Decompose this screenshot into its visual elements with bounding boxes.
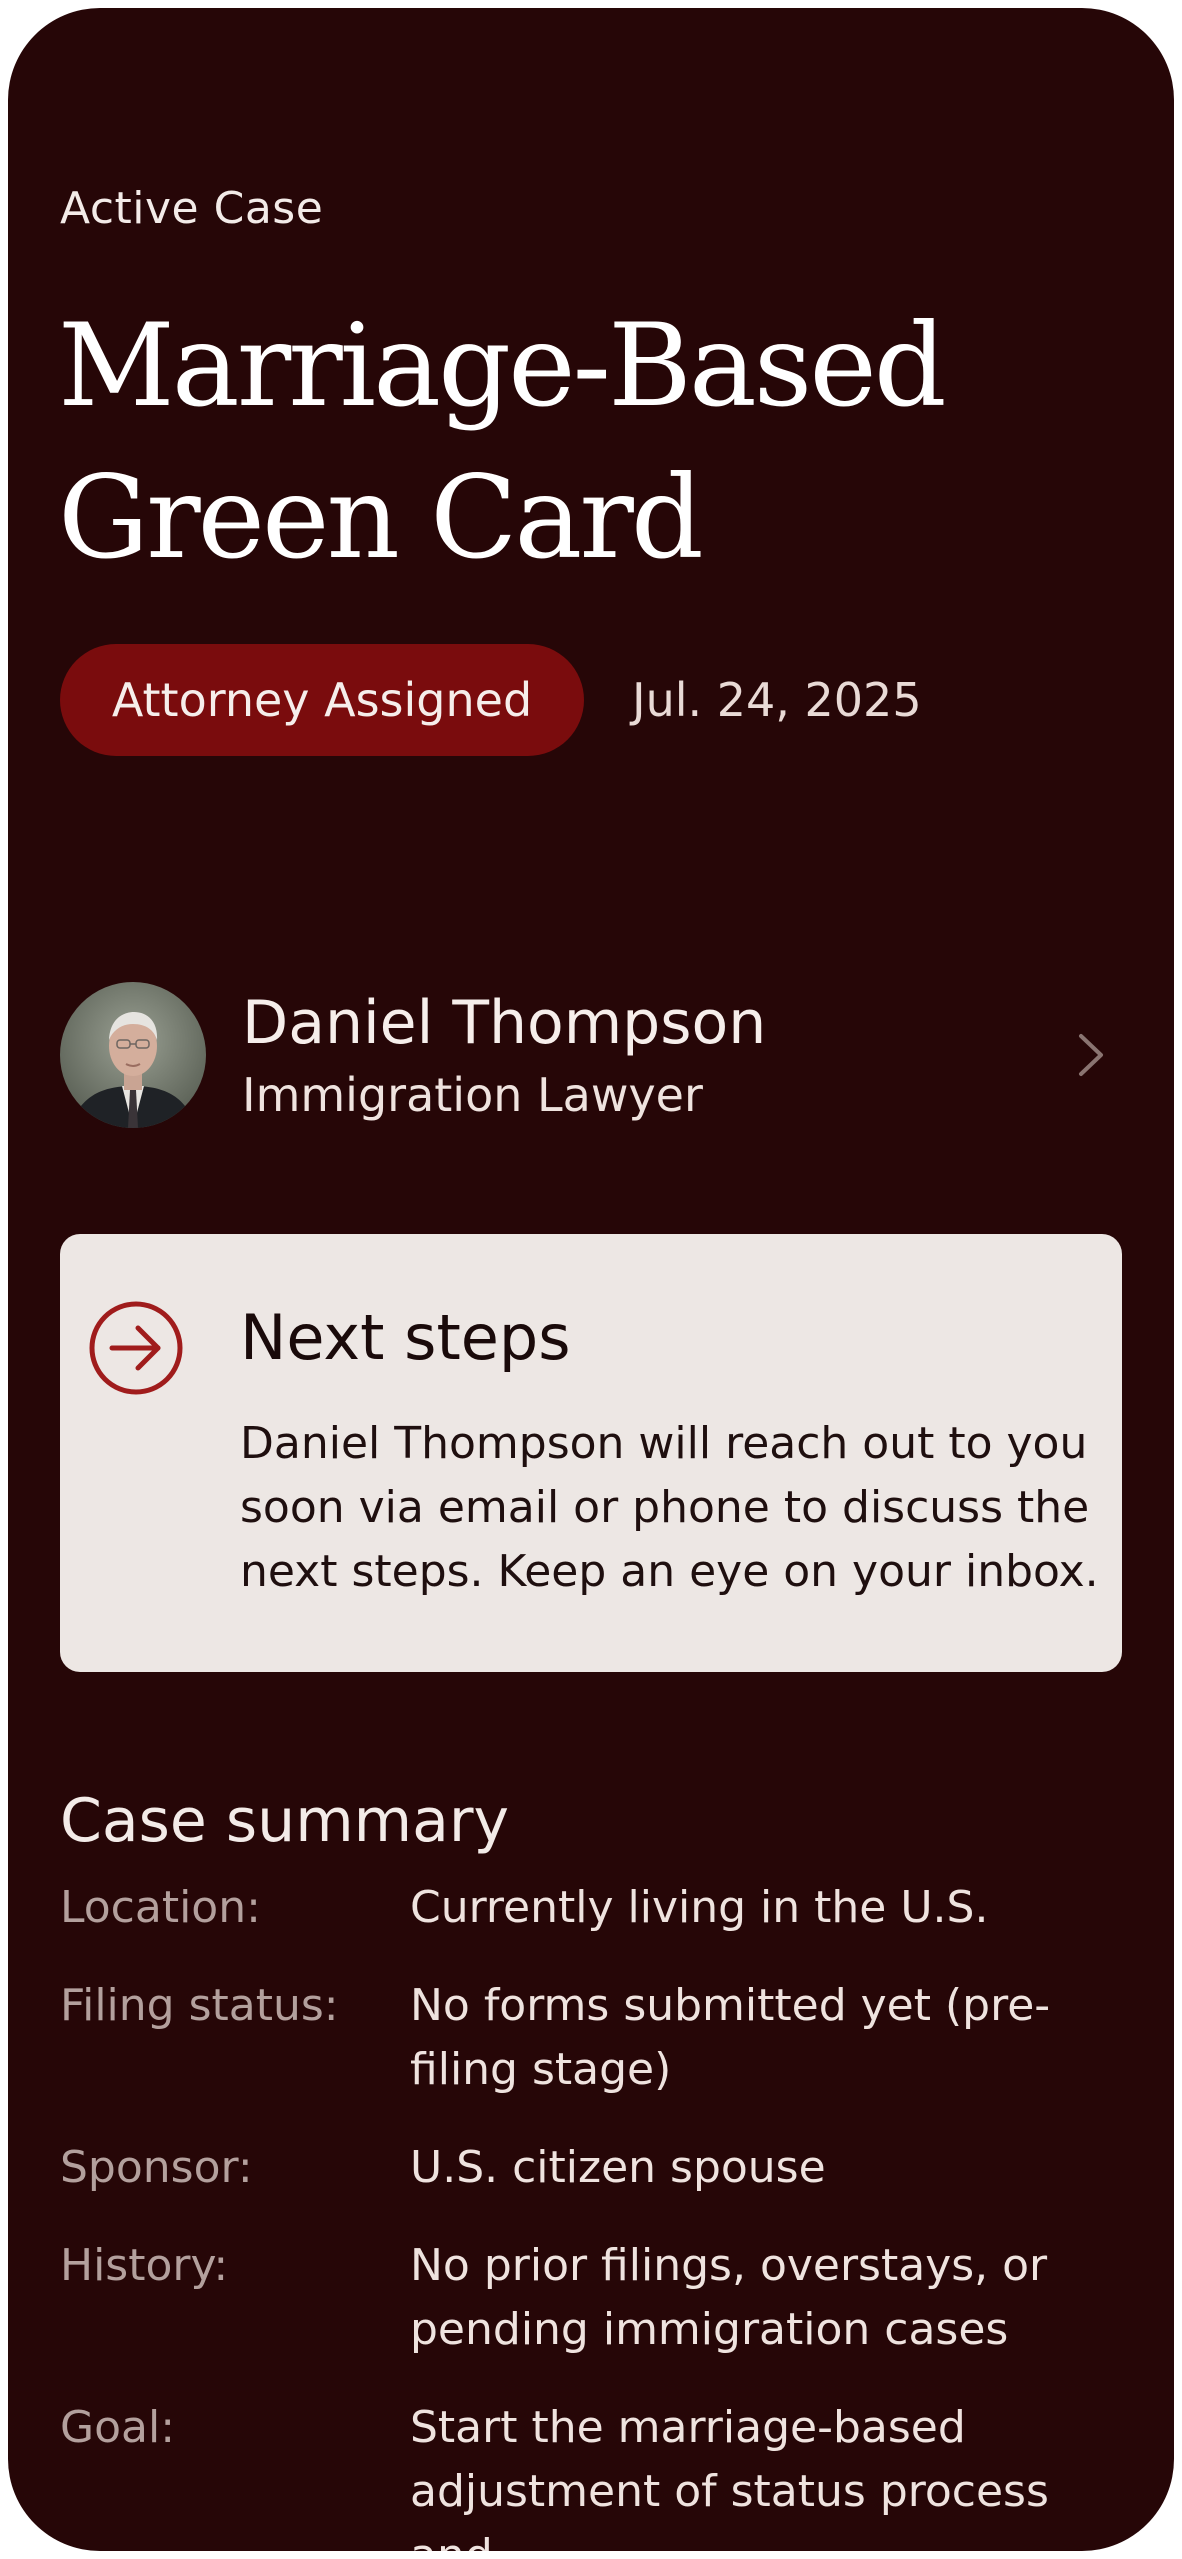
lawyer-avatar-image xyxy=(60,982,206,1128)
case-summary-list: Location: Currently living in the U.S. F… xyxy=(60,1876,1122,2551)
next-steps-title: Next steps xyxy=(240,1301,571,1374)
summary-value: Currently living in the U.S. xyxy=(410,1882,989,1933)
summary-row-history: History: No prior filings, overstays, or… xyxy=(60,2234,1122,2362)
case-summary-title: Case summary xyxy=(60,1786,510,1856)
summary-value: No prior filings, overstays, or pending … xyxy=(410,2240,1048,2355)
chevron-right-icon[interactable] xyxy=(1062,1025,1122,1085)
summary-label: Location: xyxy=(60,1882,261,1933)
summary-label: Sponsor: xyxy=(60,2142,253,2193)
status-row: Attorney Assigned Jul. 24, 2025 xyxy=(60,644,922,756)
next-steps-body: Daniel Thompson will reach out to you so… xyxy=(240,1418,1099,1597)
summary-label: History: xyxy=(60,2240,229,2291)
status-date: Jul. 24, 2025 xyxy=(632,673,922,727)
lawyer-role: Immigration Lawyer xyxy=(242,1068,703,1122)
status-badge: Attorney Assigned xyxy=(60,644,584,756)
next-steps-card: Next steps Daniel Thompson will reach ou… xyxy=(60,1234,1122,1672)
summary-row-location: Location: Currently living in the U.S. xyxy=(60,1876,1122,1940)
summary-value: No forms submitted yet (pre-filing stage… xyxy=(410,1980,1051,2095)
summary-row-sponsor: Sponsor: U.S. citizen spouse xyxy=(60,2136,1122,2200)
summary-label: Goal: xyxy=(60,2402,176,2453)
summary-value: Start the marriage-based adjustment of s… xyxy=(410,2402,1049,2551)
avatar xyxy=(60,982,206,1128)
case-title: Marriage-Based Green Card xyxy=(58,299,947,584)
case-status-eyebrow: Active Case xyxy=(60,183,324,234)
lawyer-info: Daniel Thompson Immigration Lawyer xyxy=(242,986,1062,1124)
lawyer-name: Daniel Thompson xyxy=(242,988,767,1058)
app-screen: Active Case Marriage-Based Green Card At… xyxy=(8,8,1174,2551)
arrow-right-circle-icon xyxy=(88,1300,184,1396)
lawyer-row[interactable]: Daniel Thompson Immigration Lawyer xyxy=(60,980,1122,1130)
summary-value: U.S. citizen spouse xyxy=(410,2142,826,2193)
summary-row-goal: Goal: Start the marriage-based adjustmen… xyxy=(60,2396,1122,2551)
summary-row-filing-status: Filing status: No forms submitted yet (p… xyxy=(60,1974,1122,2102)
summary-label: Filing status: xyxy=(60,1980,339,2031)
